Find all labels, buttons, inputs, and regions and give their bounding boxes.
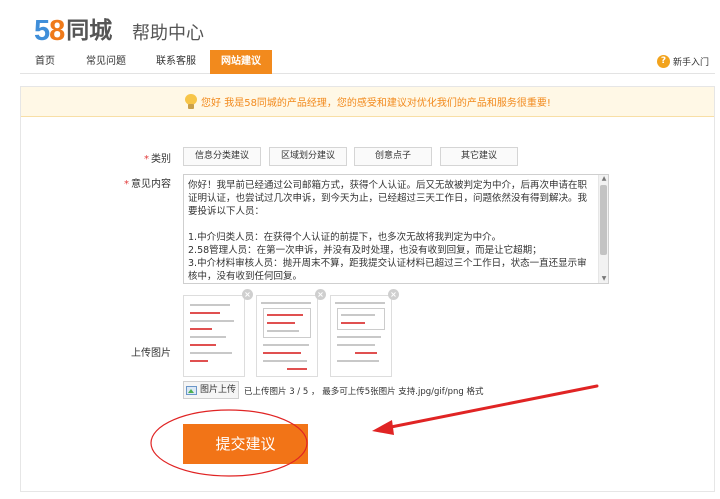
category-button-idea[interactable]: 创意点子 (354, 147, 432, 166)
uploaded-image-thumbnail[interactable] (330, 295, 392, 377)
main-nav: 首页 常见问题 联系客服 网站建议 ? 新手入门 (20, 50, 715, 74)
logo[interactable]: 58 同城 (34, 14, 112, 46)
nav-home[interactable]: 首页 (20, 50, 70, 74)
category-label: * 类别 (121, 150, 171, 165)
category-button-info[interactable]: 信息分类建议 (183, 147, 261, 166)
page-title: 帮助中心 (132, 23, 204, 44)
uploaded-image-thumbnail[interactable] (183, 295, 245, 377)
upload-image-button[interactable]: 图片上传 (183, 381, 239, 399)
remove-image-icon[interactable]: × (315, 289, 326, 300)
suggestion-panel: 您好 我是58同城的产品经理，您的感受和建议对优化我们的产品和服务很重要! * 类… (20, 86, 715, 492)
category-label-text: 类别 (151, 154, 171, 165)
logo-name: 同城 (66, 18, 113, 44)
upload-label: 上传图片 (131, 348, 171, 359)
logo-number: 58 (34, 15, 65, 47)
opinion-line: 2.58管理人员：在第一次申诉，并没有及时处理，也没有收到回复，而是让它超期； (188, 245, 542, 256)
opinion-label-text: 意见内容 (131, 179, 171, 190)
textarea-scrollbar[interactable]: ▲ ▼ (598, 175, 608, 283)
opinion-textarea[interactable]: 你好！我早前已经通过公司邮箱方式，获得个人认证。后又无故被判定为中介，后再次申请… (183, 174, 609, 284)
scroll-down-icon[interactable]: ▼ (599, 275, 608, 283)
category-button-region[interactable]: 区域划分建议 (269, 147, 347, 166)
remove-image-icon[interactable]: × (242, 289, 253, 300)
lightbulb-icon (184, 93, 198, 110)
opinion-label: * 意见内容 (111, 175, 171, 190)
upload-hint: 已上传图片 3 / 5 ， 最多可上传5张图片 支持.jpg/gif/png 格… (244, 387, 484, 397)
opinion-line: 1.中介归类人员：在获得个人认证的前提下，也多次无故将我判定为中介。 (188, 232, 502, 243)
header: 58 同城 帮助中心 (0, 0, 720, 50)
scroll-thumb[interactable] (600, 185, 607, 255)
required-mark: * (144, 154, 149, 165)
newbie-guide-link[interactable]: ? 新手入门 (656, 55, 709, 68)
nav-contact[interactable]: 联系客服 (142, 50, 210, 74)
opinion-line: 3.中介材料审核人员：抛开周末不算，距我提交认证材料已超过三个工作日，状态一直还… (188, 258, 587, 282)
help-icon: ? (656, 55, 670, 68)
nav-suggestion[interactable]: 网站建议 (210, 50, 272, 74)
category-button-other[interactable]: 其它建议 (440, 147, 518, 166)
scroll-up-icon[interactable]: ▲ (599, 175, 608, 183)
submit-suggestion-button[interactable]: 提交建议 (183, 424, 308, 464)
notice-text: 您好 我是58同城的产品经理，您的感受和建议对优化我们的产品和服务很重要! (201, 98, 551, 109)
uploaded-image-thumbnail[interactable] (256, 295, 318, 377)
newbie-guide-label: 新手入门 (672, 58, 709, 68)
remove-image-icon[interactable]: × (388, 289, 399, 300)
opinion-paragraph: 你好！我早前已经通过公司邮箱方式，获得个人认证。后又无故被判定为中介，后再次申请… (188, 180, 588, 217)
upload-button-label: 图片上传 (199, 385, 236, 395)
required-mark: * (124, 179, 129, 190)
image-icon (185, 385, 197, 395)
nav-faq[interactable]: 常见问题 (72, 50, 140, 74)
notice-bar: 您好 我是58同城的产品经理，您的感受和建议对优化我们的产品和服务很重要! (21, 87, 714, 117)
